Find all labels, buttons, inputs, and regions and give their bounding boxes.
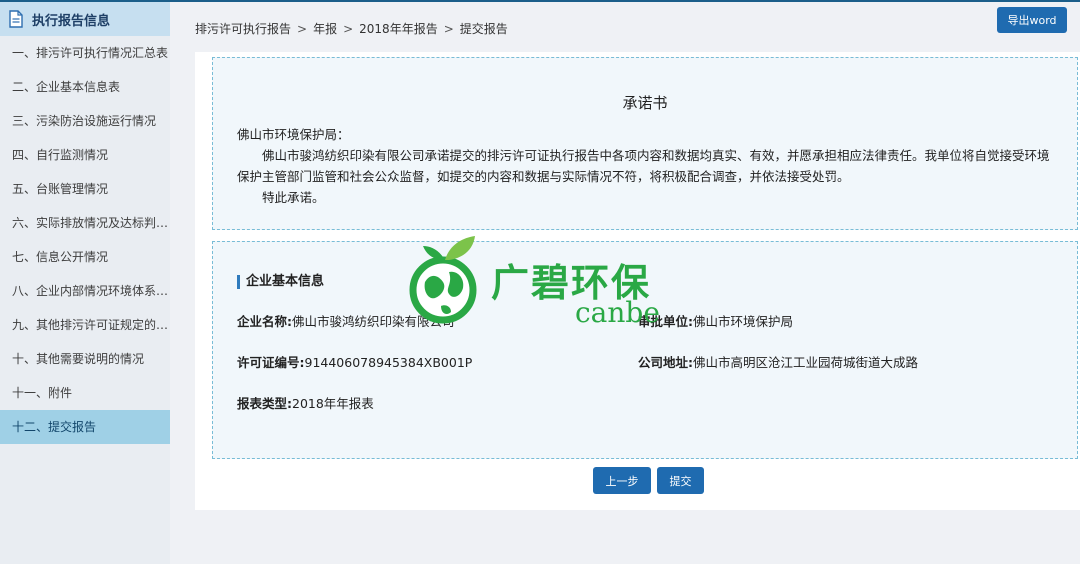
pledge-closing: 特此承诺。 <box>262 190 325 205</box>
breadcrumb-item-license-report[interactable]: 排污许可执行报告 <box>195 20 291 37</box>
sidebar-item-emissions[interactable]: 六、实际排放情况及达标判定分析 <box>0 206 170 240</box>
sidebar-item-other-license[interactable]: 九、其他排污许可证规定的内容执行情况 <box>0 308 170 342</box>
pledge-paragraph: 佛山市骏鸿纺织印染有限公司承诺提交的排污许可证执行报告中各项内容和数据均真实、有… <box>237 148 1050 184</box>
license-label: 许可证编号: <box>237 355 305 370</box>
pledge-addressee: 佛山市环境保护局： <box>237 127 350 142</box>
sidebar: 执行报告信息 一、排污许可执行情况汇总表 二、企业基本信息表 三、污染防治设施运… <box>0 2 170 564</box>
breadcrumb: 排污许可执行报告 > 年报 > 2018年年报告 > 提交报告 <box>195 20 508 37</box>
sidebar-item-attachments[interactable]: 十一、附件 <box>0 376 170 410</box>
license-field: 许可证编号:914406078945384XB001P <box>237 352 472 371</box>
sidebar-item-pollution-facilities[interactable]: 三、污染防治设施运行情况 <box>0 104 170 138</box>
submit-button[interactable]: 提交 <box>657 467 704 494</box>
sidebar-item-ledger[interactable]: 五、台账管理情况 <box>0 172 170 206</box>
address-field: 公司地址:佛山市高明区沧江工业园荷城街道大成路 <box>638 352 918 371</box>
section-title: 企业基本信息 <box>237 275 324 289</box>
sidebar-header: 执行报告信息 <box>0 2 170 36</box>
company-info-box: 企业基本信息 企业名称:佛山市骏鸿纺织印染有限公司 审批单位:佛山市环境保护局 … <box>212 241 1078 459</box>
report-type-value: 2018年年报表 <box>292 396 374 411</box>
document-icon <box>8 10 26 28</box>
address-value: 佛山市高明区沧江工业园荷城街道大成路 <box>693 355 919 370</box>
breadcrumb-separator-icon: > <box>297 21 308 36</box>
sidebar-item-submit-report[interactable]: 十二、提交报告 <box>0 410 170 444</box>
company-name-value: 佛山市骏鸿纺织印染有限公司 <box>292 314 455 329</box>
prev-step-button[interactable]: 上一步 <box>593 467 651 494</box>
breadcrumb-separator-icon: > <box>343 21 354 36</box>
breadcrumb-item-annual[interactable]: 年报 <box>313 20 337 37</box>
address-label: 公司地址: <box>638 355 693 370</box>
sidebar-item-other-notes[interactable]: 十、其他需要说明的情况 <box>0 342 170 376</box>
pledge-box: 承诺书 佛山市环境保护局： 佛山市骏鸿纺织印染有限公司承诺提交的排污许可证执行报… <box>212 57 1078 230</box>
breadcrumb-item-2018[interactable]: 2018年年报告 <box>359 20 438 37</box>
sidebar-item-self-monitoring[interactable]: 四、自行监测情况 <box>0 138 170 172</box>
company-name-label: 企业名称: <box>237 314 292 329</box>
company-name-field: 企业名称:佛山市骏鸿纺织印染有限公司 <box>237 311 455 330</box>
breadcrumb-separator-icon: > <box>443 21 454 36</box>
license-value: 914406078945384XB001P <box>304 355 473 370</box>
report-type-label: 报表类型: <box>237 396 292 411</box>
breadcrumb-item-current: 提交报告 <box>459 22 508 36</box>
sidebar-title: 执行报告信息 <box>32 13 111 29</box>
approver-field: 审批单位:佛山市环境保护局 <box>638 311 793 330</box>
sidebar-menu: 一、排污许可执行情况汇总表 二、企业基本信息表 三、污染防治设施运行情况 四、自… <box>0 36 170 444</box>
sidebar-item-internal-system[interactable]: 八、企业内部情况环境体系建设与运行情况 <box>0 274 170 308</box>
pledge-body: 佛山市环境保护局： 佛山市骏鸿纺织印染有限公司承诺提交的排污许可证执行报告中各项… <box>237 124 1057 208</box>
sidebar-item-summary[interactable]: 一、排污许可执行情况汇总表 <box>0 36 170 70</box>
export-word-button[interactable]: 导出word <box>997 7 1067 33</box>
pledge-title: 承诺书 <box>622 94 668 112</box>
sidebar-item-basic-info[interactable]: 二、企业基本信息表 <box>0 70 170 104</box>
approver-label: 审批单位: <box>638 314 693 329</box>
approver-value: 佛山市环境保护局 <box>693 314 794 329</box>
report-type-field: 报表类型:2018年年报表 <box>237 393 374 412</box>
sidebar-item-disclosure[interactable]: 七、信息公开情况 <box>0 240 170 274</box>
